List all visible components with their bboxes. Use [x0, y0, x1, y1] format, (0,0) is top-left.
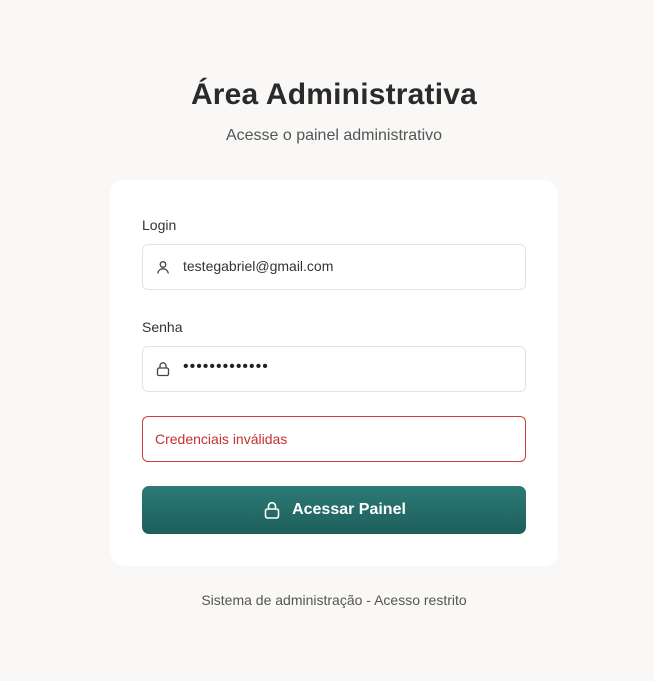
password-label: Senha: [142, 319, 183, 335]
error-message: Credenciais inválidas: [155, 431, 288, 447]
login-value: testegabriel@gmail.com: [183, 258, 334, 274]
submit-label: Acessar Painel: [292, 501, 406, 518]
password-value: •••••••••••••: [183, 358, 269, 375]
error-alert: Credenciais inválidas: [142, 416, 526, 462]
footer-text: Sistema de administração - Acesso restri…: [201, 592, 467, 608]
submit-button[interactable]: Acessar Painel: [142, 486, 526, 534]
user-icon: [155, 259, 171, 275]
password-input[interactable]: •••••••••••••: [142, 346, 526, 392]
login-card: Login testegabriel@gmail.com Senha •••••…: [110, 180, 558, 566]
lock-icon: [155, 361, 171, 377]
lock-icon: [262, 500, 282, 520]
login-label: Login: [142, 217, 177, 233]
page-title: Área Administrativa: [190, 78, 478, 111]
login-input[interactable]: testegabriel@gmail.com: [142, 244, 526, 290]
page-subtitle: Acesse o painel administrativo: [225, 127, 443, 144]
